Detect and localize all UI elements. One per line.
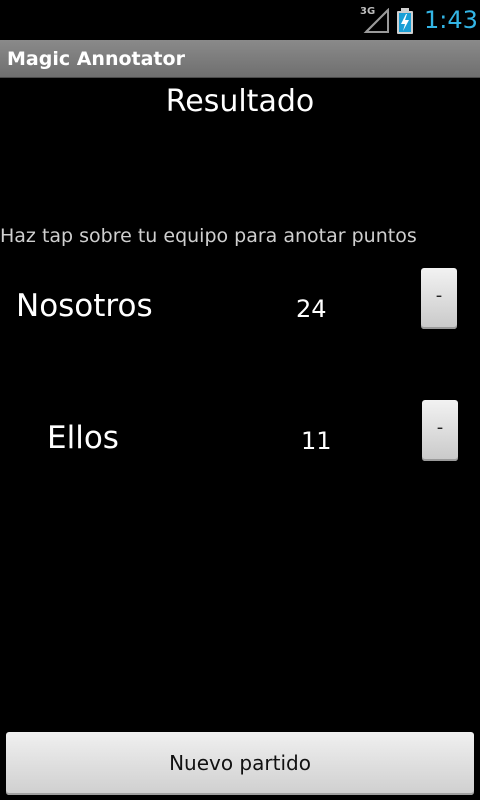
new-game-button[interactable]: Nuevo partido (6, 732, 474, 795)
clock: 1:43 (424, 6, 478, 34)
status-bar: 3G 1:43 (0, 0, 480, 40)
battery-charging-icon (396, 8, 414, 34)
cell-signal-icon: 3G (360, 6, 390, 34)
team-nosotros-button[interactable]: Nosotros (16, 288, 153, 324)
team-ellos-button[interactable]: Ellos (47, 420, 119, 456)
app-title: Magic Annotator (7, 48, 185, 70)
page-title: Resultado (165, 84, 315, 119)
screen: 3G 1:43 Magic Annotator Resultado Haz ta… (0, 0, 480, 800)
instructions-text: Haz tap sobre tu equipo para anotar punt… (0, 225, 417, 247)
team-ellos-score: 11 (301, 427, 332, 455)
team-ellos-minus-button[interactable]: - (422, 400, 458, 461)
team-nosotros-minus-button[interactable]: - (421, 268, 457, 329)
team-nosotros-score: 24 (296, 295, 327, 323)
app-title-bar: Magic Annotator (0, 40, 480, 78)
